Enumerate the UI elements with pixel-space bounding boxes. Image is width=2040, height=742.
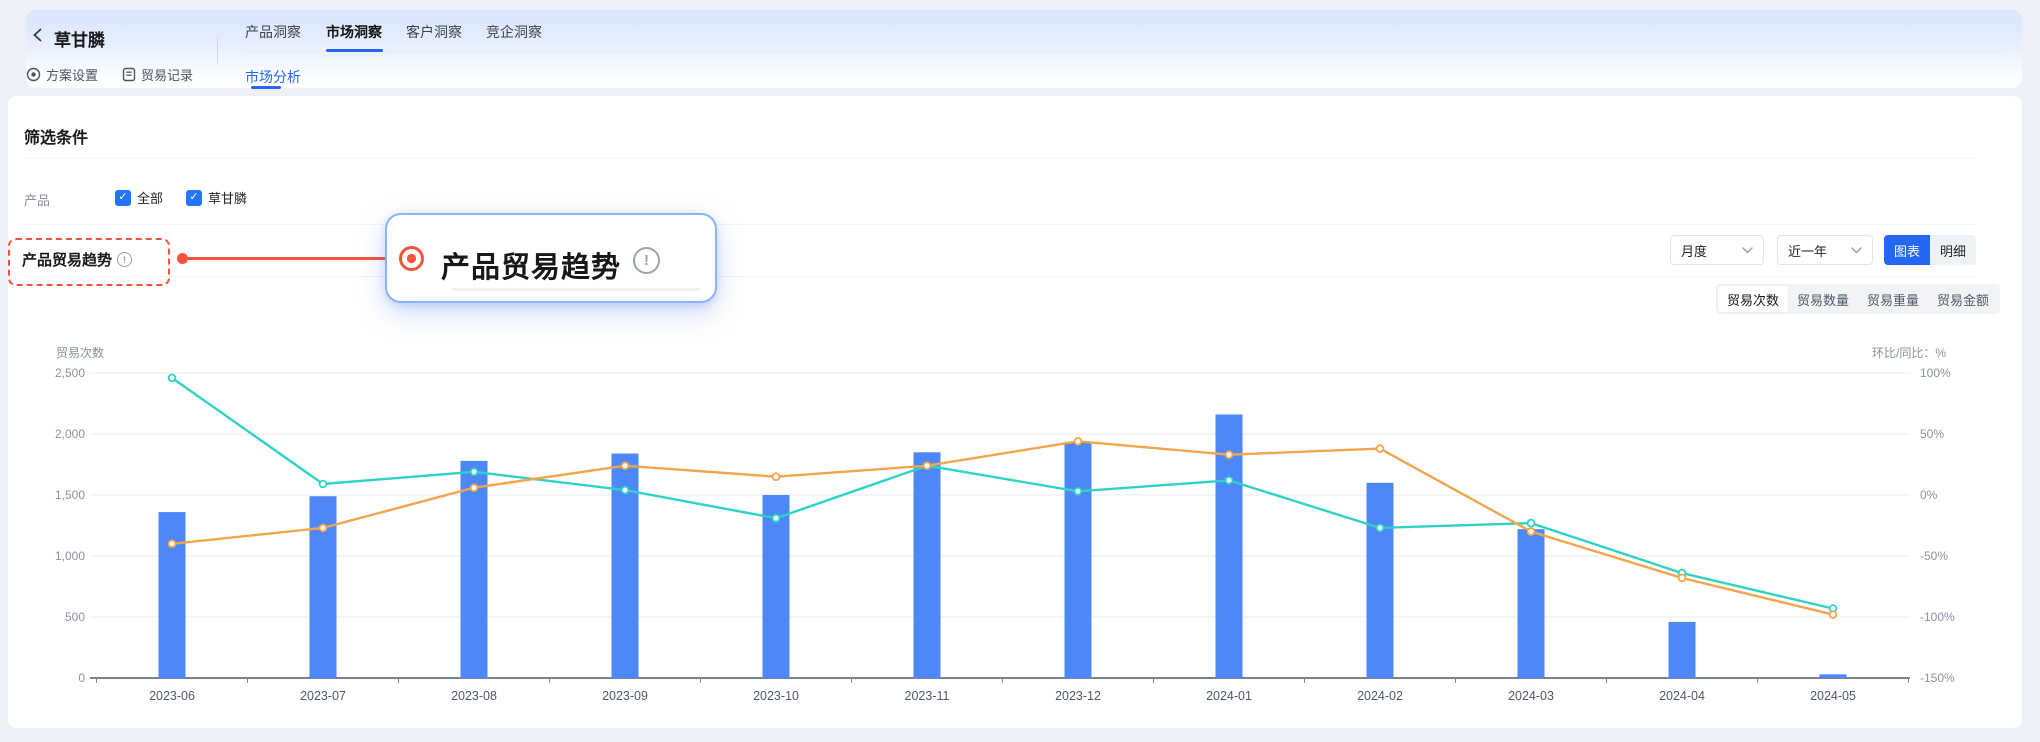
line-orange-point-2023-12[interactable]	[1075, 438, 1082, 445]
metric-tab-trade-weight[interactable]: 贸易重量	[1858, 286, 1928, 312]
page: 草甘膦 方案设置 贸易记录 产品洞察 市场洞察 客户洞察 竞企洞察 市场分析 筛…	[0, 0, 2040, 742]
period-select-value: 月度	[1681, 241, 1707, 260]
document-icon	[122, 67, 136, 82]
checkbox-glyphosate-label: 草甘膦	[208, 188, 247, 207]
metric-tab-trade-count[interactable]: 贸易次数	[1718, 286, 1788, 312]
tabs-underline	[245, 51, 2005, 52]
bar-2024-03[interactable]	[1518, 529, 1545, 678]
bar-2023-07[interactable]	[310, 496, 337, 678]
checkbox-glyphosate[interactable]: ✓ 草甘膦	[186, 188, 247, 207]
metric-tab-trade-amount[interactable]: 贸易金额	[1928, 286, 1998, 312]
checkbox-checked-icon: ✓	[186, 190, 202, 206]
line-orange-point-2023-10[interactable]	[773, 473, 780, 480]
tab-customer-insight[interactable]: 客户洞察	[406, 22, 462, 42]
bar-2023-08[interactable]	[461, 461, 488, 678]
metric-tabs: 贸易次数 贸易数量 贸易重量 贸易金额	[1716, 284, 2000, 314]
annotation-highlight-box	[8, 238, 170, 286]
annotation-target-icon	[398, 245, 425, 272]
tab-product-insight[interactable]: 产品洞察	[245, 22, 301, 42]
header-divider	[217, 37, 218, 64]
annotation-dot	[177, 253, 188, 264]
plan-settings-button[interactable]: 方案设置	[26, 65, 98, 84]
line-orange-point-2023-09[interactable]	[622, 462, 629, 469]
range-select-value: 近一年	[1788, 241, 1827, 260]
line-orange-point-2024-02[interactable]	[1377, 445, 1384, 452]
trade-records-button[interactable]: 贸易记录	[122, 65, 193, 84]
period-select[interactable]: 月度	[1670, 235, 1764, 265]
divider	[24, 276, 1976, 277]
metric-tab-trade-quantity[interactable]: 贸易数量	[1788, 286, 1858, 312]
line-teal-point-2023-09[interactable]	[622, 487, 629, 494]
line-teal-point-2024-01[interactable]	[1226, 477, 1233, 484]
subtab-market-analysis[interactable]: 市场分析	[245, 67, 301, 87]
line-orange-point-2024-05[interactable]	[1830, 611, 1837, 618]
line-teal-point-2023-12[interactable]	[1075, 488, 1082, 495]
trade-records-label: 贸易记录	[141, 65, 193, 84]
line-teal-point-2024-03[interactable]	[1528, 520, 1535, 527]
line-orange-point-2024-01[interactable]	[1226, 451, 1233, 458]
product-filter-label: 产品	[24, 190, 50, 209]
view-toggle: 图表 明细	[1884, 235, 1976, 265]
divider	[24, 224, 1976, 225]
active-tab-indicator	[326, 49, 383, 52]
page-title: 草甘膦	[54, 26, 105, 51]
checkbox-all[interactable]: ✓ 全部	[115, 188, 163, 207]
checkbox-checked-icon: ✓	[115, 190, 131, 206]
tab-competitor-insight[interactable]: 竞企洞察	[486, 22, 542, 42]
plan-settings-label: 方案设置	[46, 65, 98, 84]
line-teal-point-2023-10[interactable]	[773, 515, 780, 522]
bar-2023-12[interactable]	[1065, 443, 1092, 678]
line-orange-point-2023-07[interactable]	[320, 525, 327, 532]
line-teal-point-2023-07[interactable]	[320, 481, 327, 488]
checkbox-all-label: 全部	[137, 188, 163, 207]
annotation-popup-title: 产品贸易趋势	[441, 244, 621, 286]
line-orange-point-2023-06[interactable]	[169, 540, 176, 547]
range-select[interactable]: 近一年	[1777, 235, 1873, 265]
active-subtab-indicator	[251, 86, 281, 89]
line-orange-point-2023-08[interactable]	[471, 484, 478, 491]
bar-2024-05[interactable]	[1820, 674, 1847, 678]
view-chart-button[interactable]: 图表	[1884, 235, 1930, 265]
line-orange-point-2024-04[interactable]	[1679, 575, 1686, 582]
bar-2024-02[interactable]	[1367, 483, 1394, 678]
chevron-down-icon	[1742, 247, 1753, 254]
view-detail-button[interactable]: 明细	[1930, 235, 1976, 265]
annotation-connector-line	[182, 257, 399, 260]
line-teal-point-2023-06[interactable]	[169, 375, 176, 382]
info-icon-large: !	[633, 247, 660, 274]
back-icon[interactable]	[30, 27, 46, 43]
line-teal-point-2023-08[interactable]	[471, 468, 478, 475]
chevron-down-icon	[1851, 247, 1862, 254]
line-orange-point-2023-11[interactable]	[924, 462, 931, 469]
line-orange-point-2024-03[interactable]	[1528, 528, 1535, 535]
bar-2024-04[interactable]	[1669, 622, 1696, 678]
bar-2023-11[interactable]	[914, 452, 941, 678]
right-axis-title: 环比/同比：%	[1872, 344, 1946, 361]
bar-2023-06[interactable]	[159, 512, 186, 678]
tab-market-insight[interactable]: 市场洞察	[326, 22, 382, 42]
line-teal-point-2024-02[interactable]	[1377, 525, 1384, 532]
left-axis-title: 贸易次数	[56, 344, 104, 361]
annotation-popup-fragment	[452, 288, 700, 291]
target-icon	[26, 67, 41, 82]
filter-section-title: 筛选条件	[24, 124, 88, 148]
divider	[24, 158, 1976, 159]
